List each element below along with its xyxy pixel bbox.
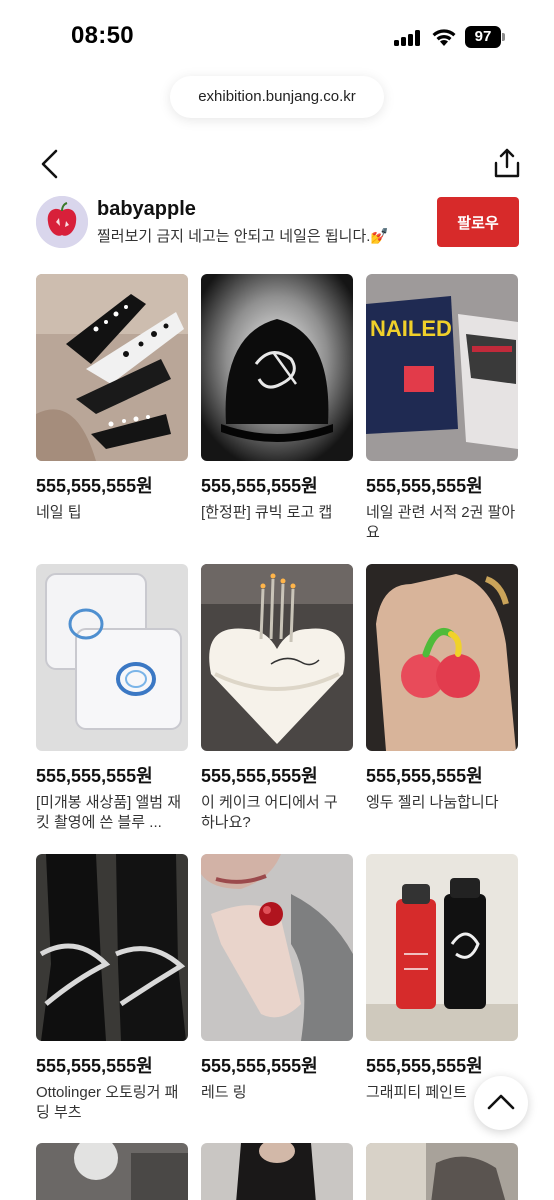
product-card[interactable]: 555,555,555원 Ottolinger 오토링거 패딩 부츠 bbox=[36, 854, 188, 1123]
share-button[interactable] bbox=[488, 146, 526, 182]
profile-bio: 찔러보기 금지 네고는 안되고 네일은 됩니다.💅 bbox=[97, 228, 390, 245]
product-title: 네일 관련 서적 2권 팔아요 bbox=[366, 504, 516, 541]
product-image-cubic-cap[interactable] bbox=[201, 274, 353, 461]
share-icon bbox=[494, 148, 520, 178]
product-card[interactable]: 555,555,555원 그래피티 페인트 bbox=[366, 854, 518, 1103]
product-title: [미개봉 새상품] 앨범 재킷 촬영에 쓴 블루 ... bbox=[36, 794, 182, 831]
product-image-red-ring[interactable] bbox=[201, 854, 353, 1041]
product-image-blue-lens[interactable] bbox=[36, 564, 188, 751]
product-price: 555,555,555원 bbox=[366, 766, 483, 786]
product-card[interactable]: 555,555,555원 네일 팁 bbox=[36, 274, 188, 523]
product-image-partial[interactable] bbox=[201, 1143, 353, 1200]
battery-level: 97 bbox=[465, 26, 501, 48]
product-price: 555,555,555원 bbox=[366, 476, 483, 496]
product-price: 555,555,555원 bbox=[366, 1056, 483, 1076]
status-bar: 08:50 97 bbox=[0, 0, 554, 76]
product-image-heart-cake[interactable] bbox=[201, 564, 353, 751]
product-title: 엥두 젤리 나눔합니다 bbox=[366, 794, 499, 811]
url-bar[interactable]: exhibition.bunjang.co.kr bbox=[170, 76, 384, 118]
chevron-up-icon bbox=[487, 1094, 515, 1110]
apple-icon bbox=[36, 196, 88, 248]
follow-button[interactable]: 팔로우 bbox=[437, 197, 519, 247]
product-image-partial[interactable] bbox=[36, 1143, 188, 1200]
product-title: 이 케이크 어디에서 구하나요? bbox=[201, 794, 338, 831]
product-title: 네일 팁 bbox=[36, 504, 82, 521]
battery-icon: 97 bbox=[465, 26, 505, 48]
product-card[interactable]: 555,555,555원 [미개봉 새상품] 앨범 재킷 촬영에 쓴 블루 ..… bbox=[36, 564, 188, 833]
wifi-icon bbox=[431, 27, 457, 47]
cellular-signal-icon bbox=[394, 30, 422, 46]
product-title: [한정판] 큐빅 로고 캡 bbox=[201, 504, 333, 521]
product-price: 555,555,555원 bbox=[36, 766, 153, 786]
product-image-partial[interactable] bbox=[366, 1143, 518, 1200]
product-title: Ottolinger 오토링거 패딩 부츠 bbox=[36, 1084, 179, 1121]
product-title: 레드 링 bbox=[201, 1084, 247, 1101]
scroll-to-top-button[interactable] bbox=[474, 1076, 528, 1130]
status-time: 08:50 bbox=[71, 22, 134, 49]
back-button[interactable] bbox=[30, 146, 70, 182]
username[interactable]: babyapple bbox=[97, 198, 196, 221]
product-card[interactable]: 555,555,555원 [한정판] 큐빅 로고 캡 bbox=[201, 274, 353, 523]
product-price: 555,555,555원 bbox=[36, 476, 153, 496]
product-price: 555,555,555원 bbox=[201, 1056, 318, 1076]
product-price: 555,555,555원 bbox=[201, 476, 318, 496]
product-image-nail-tips[interactable] bbox=[36, 274, 188, 461]
product-image-padded-boots[interactable] bbox=[36, 854, 188, 1041]
product-card[interactable]: 555,555,555원 엥두 젤리 나눔합니다 bbox=[366, 564, 518, 813]
avatar[interactable] bbox=[36, 196, 88, 248]
product-card[interactable]: 555,555,555원 레드 링 bbox=[201, 854, 353, 1103]
chevron-left-icon bbox=[41, 149, 58, 179]
product-image-cherry-jelly[interactable] bbox=[366, 564, 518, 751]
product-image-nail-books[interactable]: NAILED IT! bbox=[366, 274, 518, 461]
product-card[interactable]: 555,555,555원 이 케이크 어디에서 구하나요? bbox=[201, 564, 353, 833]
product-price: 555,555,555원 bbox=[201, 766, 318, 786]
product-price: 555,555,555원 bbox=[36, 1056, 153, 1076]
product-image-graffiti-paint[interactable] bbox=[366, 854, 518, 1041]
product-card[interactable]: NAILED IT! 555,555,555원 네일 관련 서적 2권 팔아요 bbox=[366, 274, 518, 543]
